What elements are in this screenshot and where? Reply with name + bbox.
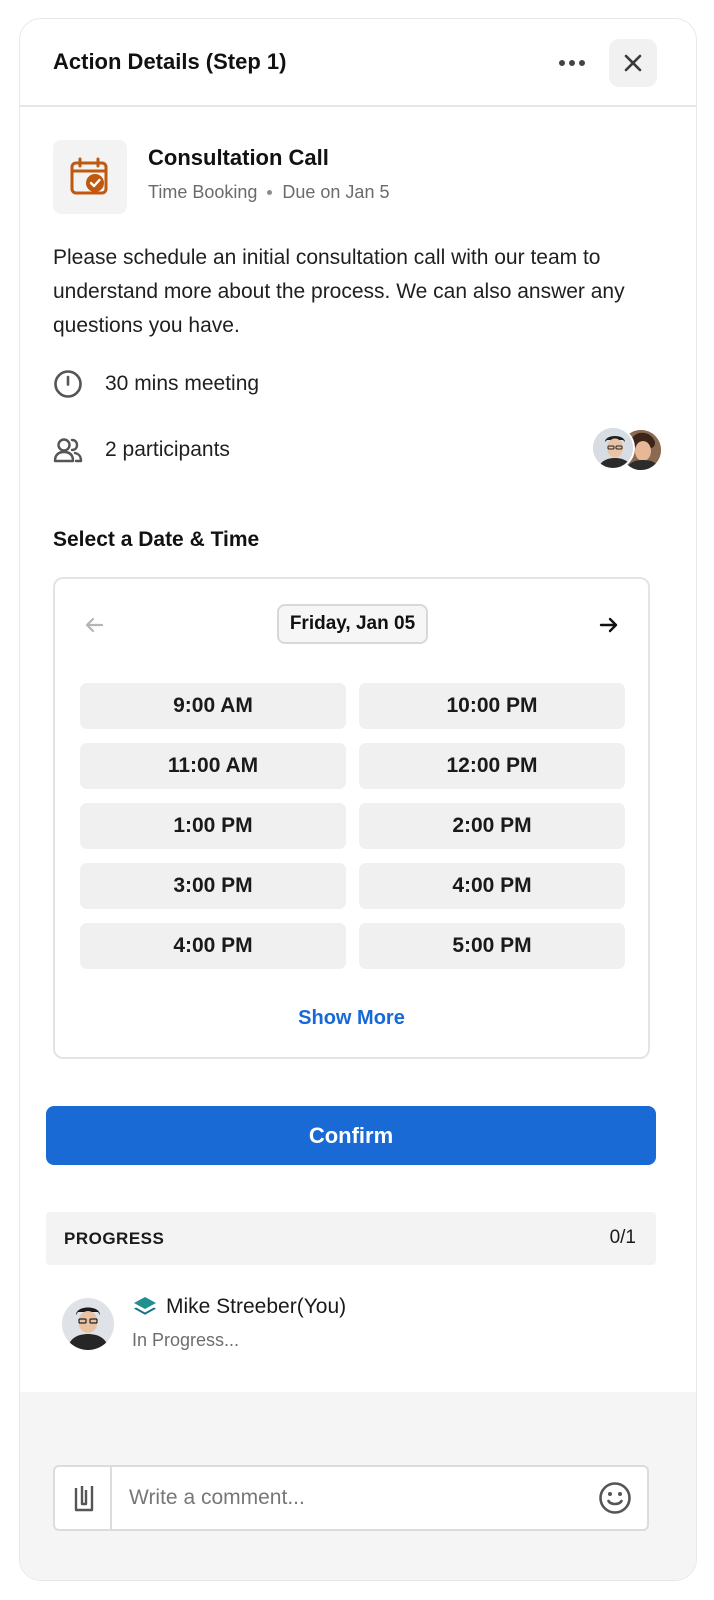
more-horizontal-icon bbox=[559, 60, 585, 66]
comment-composer bbox=[53, 1465, 649, 1531]
assignee-name: Mike Streeber(You) bbox=[166, 1295, 347, 1318]
calendar-check-icon bbox=[70, 157, 108, 195]
time-slot[interactable]: 4:00 PM bbox=[359, 863, 625, 909]
time-slot-grid: 9:00 AM 10:00 PM 11:00 AM 12:00 PM 1:00 … bbox=[80, 683, 625, 969]
time-slot[interactable]: 5:00 PM bbox=[359, 923, 625, 969]
participants-label: 2 participants bbox=[105, 438, 230, 461]
previous-day-button[interactable] bbox=[80, 611, 108, 639]
time-slot[interactable]: 1:00 PM bbox=[80, 803, 346, 849]
schedule-section-title: Select a Date & Time bbox=[53, 528, 260, 551]
assignee-row: Mike Streeber(You) bbox=[132, 1295, 346, 1319]
arrow-right-icon bbox=[599, 617, 618, 633]
meta-separator bbox=[267, 190, 273, 195]
task-type: Time Booking bbox=[148, 182, 258, 202]
task-meta: Time Booking Due on Jan 5 bbox=[148, 182, 389, 203]
action-details-panel: Action Details (Step 1) Consultation Cal… bbox=[19, 18, 697, 1581]
show-more-link[interactable]: Show More bbox=[55, 1007, 648, 1030]
time-slot[interactable]: 3:00 PM bbox=[80, 863, 346, 909]
next-day-button[interactable] bbox=[595, 611, 623, 639]
paperclip-icon bbox=[74, 1486, 93, 1512]
selected-date[interactable]: Friday, Jan 05 bbox=[277, 604, 428, 644]
task-title: Consultation Call bbox=[148, 145, 329, 170]
progress-label: PROGRESS bbox=[64, 1229, 165, 1248]
duration-row: 30 mins meeting bbox=[53, 364, 663, 404]
assignee-avatar bbox=[62, 1298, 114, 1350]
confirm-button[interactable]: Confirm bbox=[46, 1106, 656, 1165]
participant-avatars[interactable] bbox=[591, 426, 663, 474]
more-options-button[interactable] bbox=[550, 45, 594, 81]
time-slot[interactable]: 9:00 AM bbox=[80, 683, 346, 729]
date-time-picker: Friday, Jan 05 9:00 AM 10:00 PM 11:00 AM… bbox=[53, 577, 650, 1059]
smiley-icon bbox=[599, 1482, 631, 1514]
participants-row: 2 participants bbox=[53, 426, 663, 472]
time-slot[interactable]: 10:00 PM bbox=[359, 683, 625, 729]
arrow-left-icon bbox=[85, 617, 104, 633]
task-icon-tile bbox=[53, 140, 127, 214]
assignee-status: In Progress... bbox=[132, 1330, 240, 1350]
layers-icon bbox=[134, 1297, 156, 1315]
comment-input[interactable] bbox=[112, 1467, 583, 1529]
panel-header: Action Details (Step 1) bbox=[20, 19, 696, 107]
time-slot[interactable]: 12:00 PM bbox=[359, 743, 625, 789]
close-icon bbox=[624, 54, 642, 72]
time-slot[interactable]: 11:00 AM bbox=[80, 743, 346, 789]
task-description: Please schedule an initial consultation … bbox=[53, 246, 625, 337]
time-slot[interactable]: 2:00 PM bbox=[359, 803, 625, 849]
progress-count: 0/1 bbox=[609, 1227, 636, 1248]
emoji-button[interactable] bbox=[583, 1467, 647, 1529]
attach-button[interactable] bbox=[55, 1467, 112, 1529]
task-due-date: Due on Jan 5 bbox=[282, 182, 390, 202]
progress-header: PROGRESS 0/1 bbox=[46, 1212, 656, 1265]
duration-label: 30 mins meeting bbox=[105, 372, 260, 395]
close-button[interactable] bbox=[609, 39, 657, 87]
panel-title: Action Details (Step 1) bbox=[53, 49, 287, 74]
clock-icon bbox=[54, 370, 82, 398]
users-icon bbox=[53, 438, 83, 463]
avatar bbox=[591, 426, 635, 470]
time-slot[interactable]: 4:00 PM bbox=[80, 923, 346, 969]
